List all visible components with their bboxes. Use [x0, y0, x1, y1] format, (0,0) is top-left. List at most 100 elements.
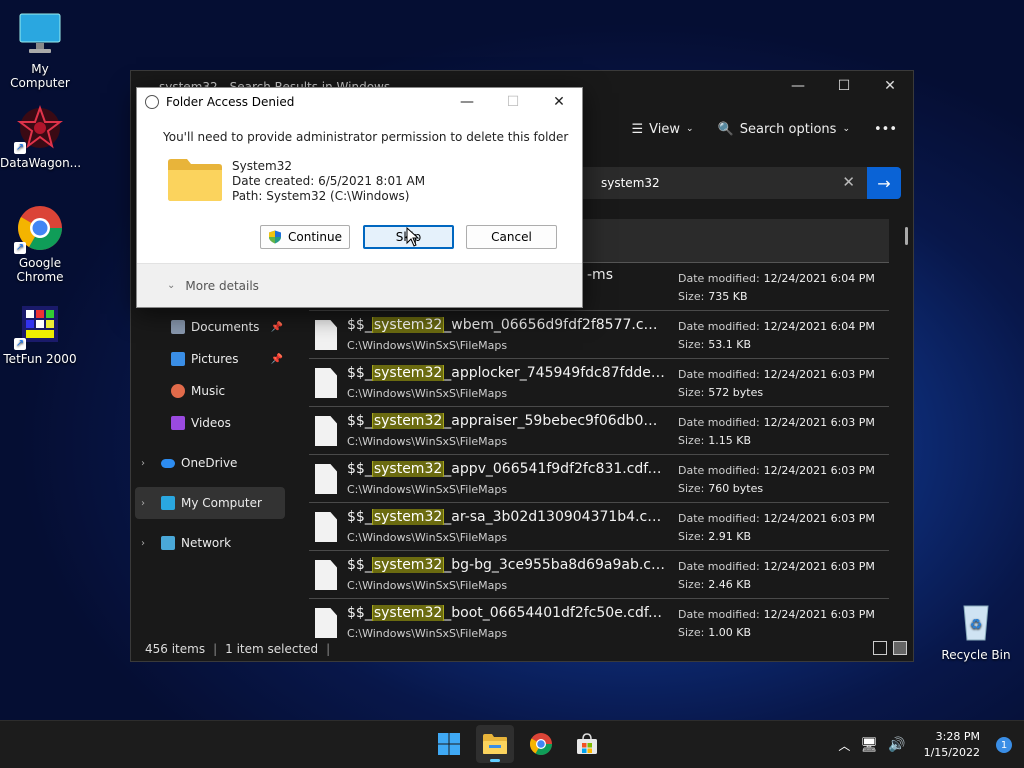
desktop-icon-recycle-bin[interactable]: ♻ Recycle Bin: [936, 596, 1016, 662]
file-path: C:\Windows\WinSxS\FileMaps: [347, 387, 508, 400]
table-row[interactable]: $$_ system32 _boot_06654401df2fc50e.cdf-ms…: [309, 599, 889, 641]
scrollbar-thumb[interactable]: [905, 227, 908, 245]
file-path: C:\Windows\WinSxS\FileMaps: [347, 483, 508, 496]
network-display-icon[interactable]: 🖥: [860, 737, 878, 753]
monitor-icon: [16, 10, 64, 58]
pin-icon: 📌: [270, 321, 283, 333]
taskbar: ︿ 🖥 🔊 3:28 PM 1/15/2022 1: [0, 720, 1024, 768]
table-row[interactable]: $$_ system32 _applocker_745949fdc87fdde1. c…: [309, 359, 889, 407]
table-row[interactable]: $$_system32_bg-bg_3ce955ba8d69a9ab.cdf-m…: [309, 551, 889, 599]
search-options-button[interactable]: 🔍 Search options ⌄: [718, 122, 850, 137]
chevron-down-icon: ⌄: [167, 280, 176, 291]
cancel-button[interactable]: Cancel: [466, 225, 557, 249]
desktop-icon-google-chrome[interactable]: ↗ Google Chrome: [0, 204, 80, 284]
recycle-bin-icon: ♻: [952, 596, 1000, 644]
table-row[interactable]: $$_ system32 _appraiser_59bebec9f06db09b. c…: [309, 407, 889, 455]
date-modified: Date modified: 12/24/2021 6:04 PM: [678, 272, 875, 285]
item-count: 456 items: [145, 642, 206, 656]
search-input[interactable]: system32 ✕: [571, 167, 867, 199]
more-icon: •••: [873, 121, 897, 137]
nav-item-documents[interactable]: Documents 📌: [131, 311, 289, 343]
start-button[interactable]: [430, 725, 468, 763]
details-view-icon[interactable]: [873, 641, 887, 655]
more-options-button[interactable]: •••: [874, 122, 897, 137]
chevron-right-icon: ›: [141, 537, 145, 549]
view-list-icon: ☰: [631, 121, 644, 137]
desktop-icon-tetfun[interactable]: ↗ TetFun 2000: [0, 300, 80, 366]
store-bag-icon: [577, 733, 597, 754]
nav-item-videos[interactable]: Videos: [131, 407, 289, 439]
nav-label: Documents: [191, 320, 260, 334]
more-details-toggle[interactable]: ⌄ More details: [137, 263, 582, 307]
maximize-button[interactable]: ☐: [821, 71, 867, 101]
file-size: Size: 1.15 KB: [678, 434, 752, 447]
tiles-view-icon[interactable]: [893, 641, 907, 655]
folder-icon: [167, 158, 223, 202]
pictures-icon: [171, 352, 185, 366]
clock[interactable]: 3:28 PM 1/15/2022: [924, 729, 980, 761]
table-row[interactable]: $$_ system32 _wbem_06656d9fdf2f8577.cdf-ms…: [309, 311, 889, 359]
file-name: $$_system32_appraiser_59bebec9f06db09b.c…: [347, 413, 665, 429]
search-query: system32: [601, 176, 660, 190]
file-icon: [315, 416, 337, 446]
clear-search-icon[interactable]: ✕: [842, 173, 855, 191]
table-row[interactable]: $$_ system32 _ar-sa_3b02d130904371b4.cdf-m…: [309, 503, 889, 551]
folder-access-denied-dialog[interactable]: Folder Access Denied — ☐ ✕ You'll need t…: [136, 87, 583, 308]
nav-label: OneDrive: [181, 456, 238, 470]
chevron-up-icon[interactable]: ︿: [838, 737, 850, 754]
file-path: C:\Windows\WinSxS\FileMaps: [347, 579, 508, 592]
file-icon: [315, 560, 337, 590]
file-size: Size: 53.1 KB: [678, 338, 752, 351]
volume-icon[interactable]: 🔊: [888, 737, 905, 753]
time: 3:28 PM: [935, 730, 980, 743]
close-button[interactable]: ✕: [867, 71, 913, 101]
documents-icon: [171, 320, 185, 334]
minimize-button[interactable]: —: [444, 88, 490, 116]
file-name: $$_ system32 _appv_066541f9df2fc831.cdf-ms: [347, 461, 665, 477]
taskbar-chrome[interactable]: [522, 725, 560, 763]
shortcut-arrow-icon: ↗: [14, 142, 26, 154]
view-menu-button[interactable]: ☰ View ⌄: [632, 122, 694, 137]
search-go-button[interactable]: →: [867, 167, 901, 199]
nav-item-music[interactable]: Music: [131, 375, 289, 407]
status-bar: 456 items | 1 item selected |: [131, 637, 913, 661]
nav-item-network[interactable]: › Network: [131, 527, 289, 559]
arrow-right-icon: →: [877, 173, 891, 193]
taskbar-store[interactable]: [568, 725, 606, 763]
desktop-icon-label: My Computer: [10, 62, 70, 90]
uac-shield-icon: [269, 230, 282, 244]
date: 1/15/2022: [923, 746, 980, 759]
videos-icon: [171, 416, 185, 430]
datawagon-star-icon: ↗: [14, 104, 64, 154]
file-path: C:\Windows\WinSxS\FileMaps: [347, 531, 508, 544]
close-button[interactable]: ✕: [536, 88, 582, 116]
monitor-icon: [161, 496, 175, 510]
notification-badge[interactable]: 1: [996, 737, 1012, 753]
nav-item-my-computer[interactable]: › My Computer: [135, 487, 285, 519]
desktop-icon-datawagon[interactable]: ↗ DataWagon...: [0, 104, 82, 170]
dialog-title: Folder Access Denied: [166, 95, 295, 109]
table-row[interactable]: $$_ system32 _appv_066541f9df2fc831.cdf-ms…: [309, 455, 889, 503]
search-highlight: system32: [371, 413, 445, 429]
continue-button[interactable]: Continue: [260, 225, 350, 249]
search-options-label: Search options: [739, 121, 837, 137]
more-details-label: More details: [185, 278, 259, 293]
taskbar-file-explorer[interactable]: [476, 725, 514, 763]
chrome-icon: ↗: [14, 204, 64, 254]
minimize-button[interactable]: —: [775, 71, 821, 101]
file-name: $$_ system32 _ar-sa_3b02d130904371b4.cdf-m…: [347, 509, 665, 525]
nav-item-onedrive[interactable]: › OneDrive: [131, 447, 289, 479]
nav-item-pictures[interactable]: Pictures 📌: [131, 343, 289, 375]
nav-label: My Computer: [181, 496, 262, 510]
system-tray: ︿ 🖥 🔊 3:28 PM 1/15/2022 1: [838, 721, 1012, 768]
nav-label: Pictures: [191, 352, 239, 366]
tetfun-icon: ↗: [14, 300, 64, 350]
desktop-icon-label: DataWagon...: [0, 156, 82, 170]
date-modified: Date modified: 12/24/2021 6:03 PM: [678, 608, 875, 621]
desktop-icon-label: Recycle Bin: [941, 648, 1011, 662]
svg-text:♻: ♻: [970, 617, 983, 633]
desktop-icon-my-computer[interactable]: My Computer: [0, 10, 80, 90]
search-highlight: system32: [371, 557, 445, 573]
search-highlight: system32: [371, 605, 445, 621]
file-path: C:\Windows\WinSxS\FileMaps: [347, 339, 508, 352]
